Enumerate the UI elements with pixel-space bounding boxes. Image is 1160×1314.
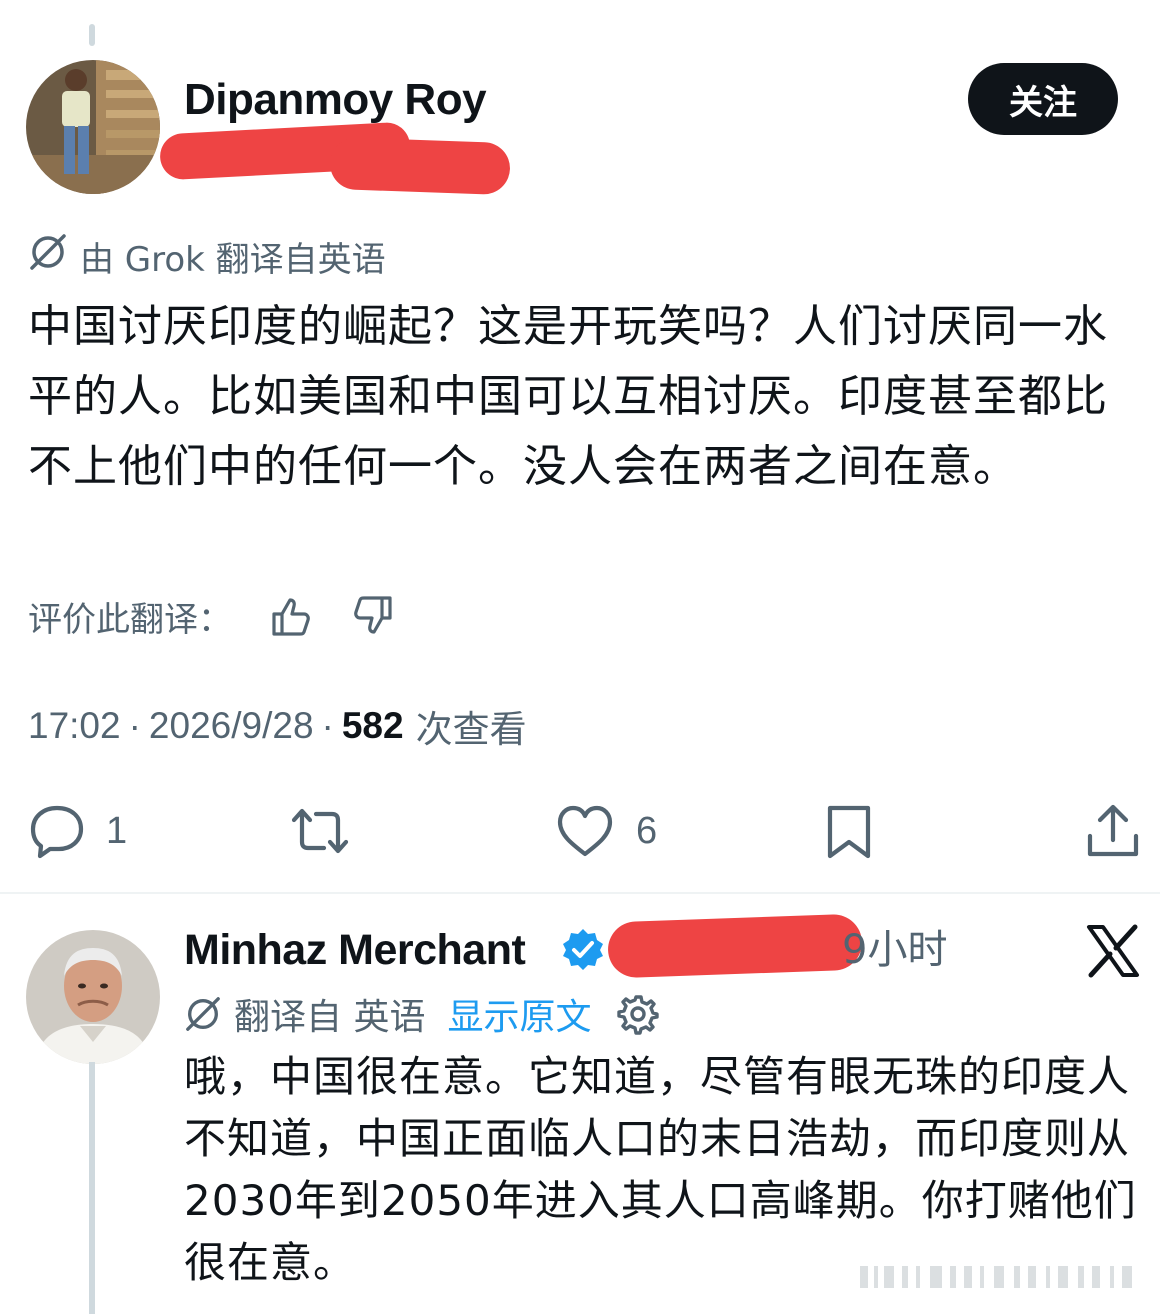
redaction-mark [329, 136, 511, 196]
meta-separator: · [128, 705, 141, 746]
reply-icon [30, 805, 84, 859]
like-icon [557, 805, 613, 857]
translate-icon [184, 995, 222, 1033]
translate-icon [28, 232, 68, 281]
meta-separator: · [321, 705, 334, 746]
reply-translation-label: 翻译自 英语 [234, 997, 426, 1038]
verified-badge-icon [560, 926, 606, 972]
retweet-icon [291, 808, 349, 854]
share-button[interactable] [1084, 796, 1142, 866]
action-bar: 1 6 [0, 796, 1160, 866]
reply-text: 哦，中国很在意。它知道，尽管有眼无珠的印度人不知道，中国正面临人口的末日浩劫，而… [184, 1052, 1137, 1287]
reply-translation-notice: 翻译自 英语 显示原文 [184, 986, 660, 1042]
settings-gear-icon[interactable] [617, 993, 660, 1035]
reply-author-avatar[interactable] [26, 930, 160, 1064]
retweet-button[interactable] [286, 796, 354, 866]
show-original-link[interactable]: 显示原文 [447, 988, 591, 1040]
redaction-mark [607, 913, 863, 979]
reply-age[interactable]: 9小时 [842, 924, 947, 976]
like-button[interactable]: 6 [554, 796, 657, 866]
translation-notice: 由 Grok 翻译自英语 [28, 232, 386, 280]
thread-line-top [89, 24, 95, 46]
thumbs-down-icon[interactable] [352, 594, 396, 638]
post-meta: 17:02 · 2026/9/28 · 582 次查看 [28, 698, 527, 754]
thumbs-up-icon[interactable] [268, 594, 312, 638]
views-label: 次查看 [415, 709, 527, 750]
reply-author-name[interactable]: Minhaz Merchant [184, 924, 526, 976]
post-text: 中国讨厌印度的崛起？这是开玩笑吗？人们讨厌同一水平的人。比如美国和中国可以互相讨… [28, 301, 1108, 492]
reply-button[interactable]: 1 [28, 796, 127, 866]
reply-count: 1 [106, 809, 128, 852]
rate-translation-label: 评价此翻译： [28, 599, 232, 640]
share-icon [1087, 804, 1139, 857]
watermark [860, 1262, 1140, 1292]
divider [0, 892, 1160, 894]
author-avatar[interactable] [26, 60, 160, 194]
translation-label: 由 Grok 翻译自英语 [80, 239, 386, 280]
like-count: 6 [636, 809, 658, 852]
bookmark-button[interactable] [822, 796, 876, 866]
x-logo-icon [1086, 924, 1140, 978]
views-count: 582 [341, 705, 404, 746]
rate-translation-row: 评价此翻译： [28, 588, 396, 644]
post-time[interactable]: 17:02 [28, 705, 121, 747]
bookmark-icon [827, 805, 871, 859]
author-name[interactable]: Dipanmoy Roy [184, 74, 487, 126]
thread-line-bottom [89, 1062, 95, 1314]
follow-button[interactable]: 关注 [968, 63, 1118, 135]
post-date[interactable]: 2026/9/28 [149, 705, 314, 747]
